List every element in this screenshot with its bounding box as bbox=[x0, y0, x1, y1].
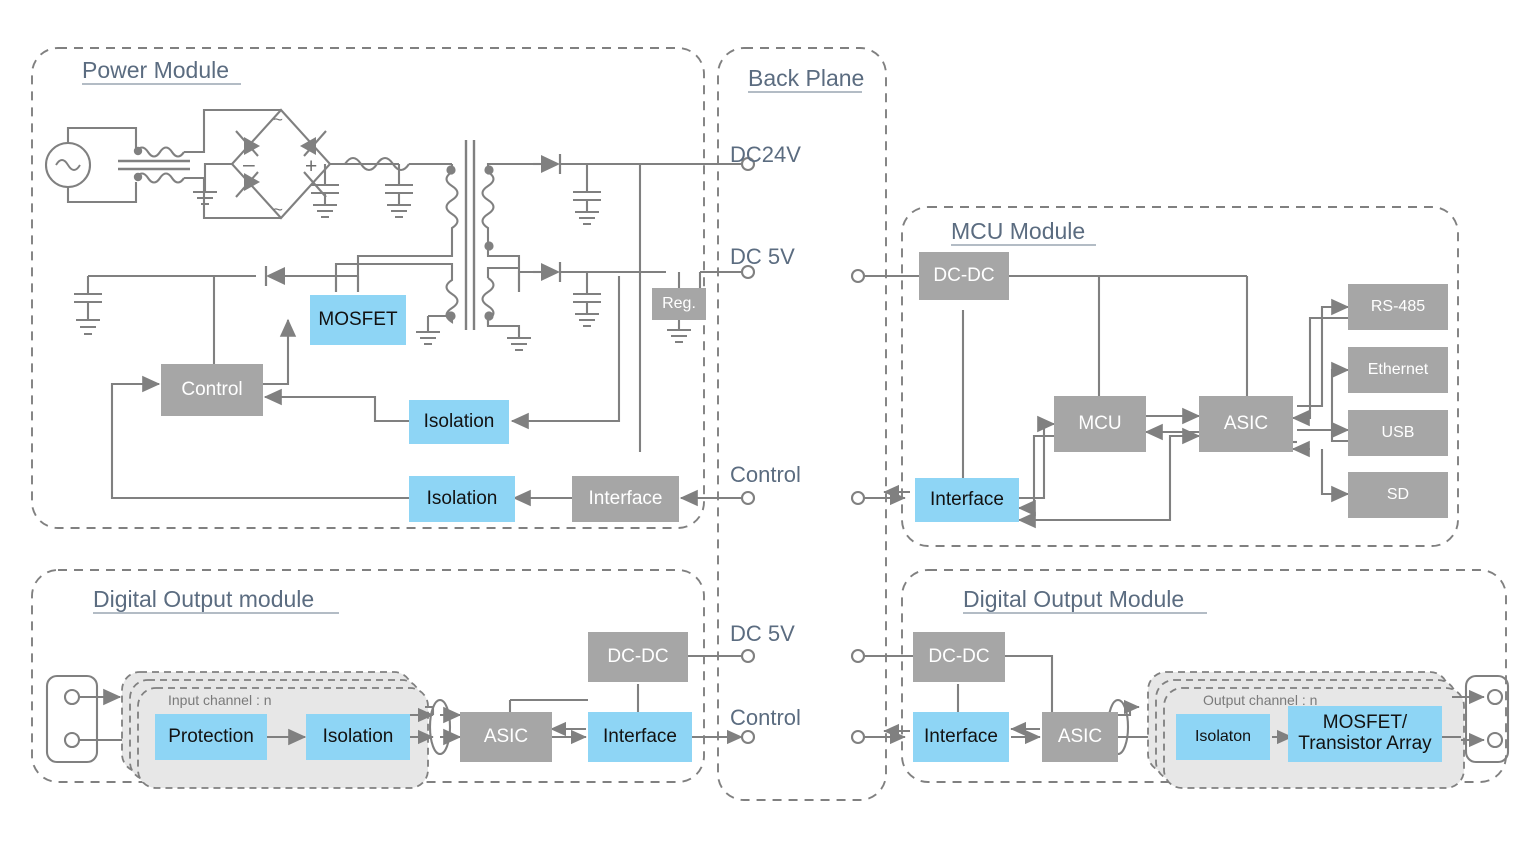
block-interface-mcu[interactable]: Interface bbox=[915, 478, 1019, 522]
block-isolation-control[interactable]: Isolation bbox=[409, 476, 515, 522]
title-mcu-module: MCU Module bbox=[951, 218, 1085, 244]
block-regulator[interactable]: Reg. bbox=[652, 288, 706, 320]
block-sd[interactable]: SD bbox=[1348, 472, 1448, 518]
block-usb[interactable]: USB bbox=[1348, 410, 1448, 456]
terminal-label-dc24v: DC24V bbox=[730, 142, 801, 167]
block-dcdc-input[interactable]: DC-DC bbox=[588, 632, 688, 682]
block-mosfet[interactable]: MOSFET bbox=[310, 295, 406, 345]
terminal-control-do bbox=[850, 729, 866, 745]
title-digital-input-module: Digital Output module bbox=[93, 586, 314, 612]
terminal-dc5v-di bbox=[740, 648, 756, 664]
block-interface-power[interactable]: Interface bbox=[572, 476, 679, 522]
block-dcdc-output[interactable]: DC-DC bbox=[913, 632, 1005, 682]
title-power-module: Power Module bbox=[82, 57, 229, 83]
terminal-label-dc5v-top: DC 5V bbox=[730, 244, 795, 269]
backplane-terminal-labels: DC24V DC 5V Control DC 5V Control bbox=[730, 142, 801, 730]
bridge-minus: – bbox=[243, 153, 255, 176]
block-asic-mcu[interactable]: ASIC bbox=[1199, 396, 1293, 452]
terminal-control-mcu bbox=[850, 490, 866, 506]
terminal-label-dc5v-bottom: DC 5V bbox=[730, 621, 795, 646]
module-frame-power bbox=[31, 47, 705, 529]
block-dcdc-mcu[interactable]: DC-DC bbox=[919, 252, 1009, 300]
block-mosfet-transistor-array[interactable]: MOSFET/Transistor Array bbox=[1288, 706, 1442, 762]
block-control[interactable]: Control bbox=[161, 364, 263, 416]
bridge-plus: + bbox=[305, 155, 317, 178]
terminal-label-control-bottom: Control bbox=[730, 705, 801, 730]
terminal-dc5v-do bbox=[850, 648, 866, 664]
terminal-control-power bbox=[740, 490, 756, 506]
block-mcu[interactable]: MCU bbox=[1054, 396, 1146, 452]
terminal-control-di bbox=[740, 729, 756, 745]
terminal-dc5v-mcu bbox=[850, 268, 866, 284]
block-protection[interactable]: Protection bbox=[155, 714, 267, 760]
title-digital-output-module: Digital Output Module bbox=[963, 586, 1184, 612]
block-asic-output[interactable]: ASIC bbox=[1042, 712, 1118, 762]
module-titles: Power Module Back Plane MCU Module Digit… bbox=[82, 57, 1207, 614]
block-isolation-feedback[interactable]: Isolation bbox=[409, 400, 509, 444]
block-ethernet[interactable]: Ethernet bbox=[1348, 347, 1448, 393]
diagram-canvas: ~ ~ – + Power Module Back Plane MCU Modu… bbox=[0, 0, 1536, 864]
block-interface-output[interactable]: Interface bbox=[913, 712, 1009, 762]
block-asic-input[interactable]: ASIC bbox=[460, 712, 552, 762]
terminal-label-control-power: Control bbox=[730, 462, 801, 487]
bridge-ac-top: ~ bbox=[273, 110, 283, 129]
block-isolation-input[interactable]: Isolation bbox=[306, 714, 410, 760]
block-isolaton-output[interactable]: Isolaton bbox=[1176, 714, 1270, 760]
title-back-plane: Back Plane bbox=[748, 65, 864, 91]
block-rs485[interactable]: RS-485 bbox=[1348, 284, 1448, 330]
input-channel-label: Input channel : n bbox=[168, 692, 272, 708]
bridge-ac-bottom: ~ bbox=[273, 200, 283, 219]
bridge-polarity-marks: ~ ~ – + bbox=[243, 110, 317, 219]
block-interface-input[interactable]: Interface bbox=[588, 712, 692, 762]
